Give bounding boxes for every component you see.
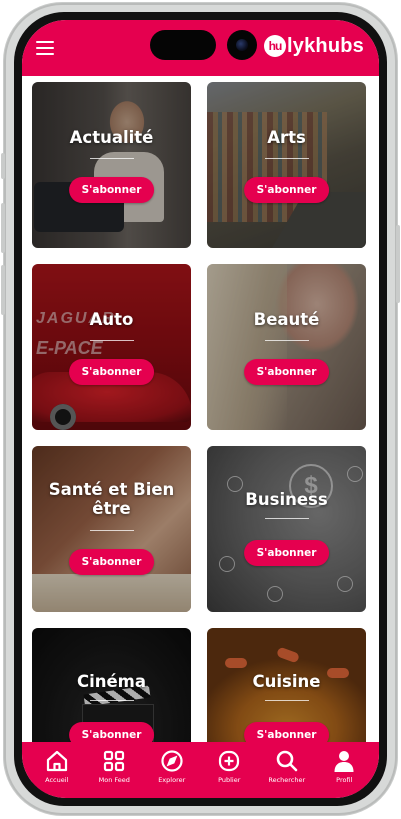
bottom-nav: Accueil Mon Feed Explorer Publier Recher… [22,742,379,798]
title-divider [89,158,134,159]
compass-icon [161,750,183,772]
title-divider [89,530,134,531]
nav-explorer[interactable]: Explorer [144,742,200,798]
nav-label: Mon Feed [98,776,130,784]
title-divider [264,158,309,159]
app-logo[interactable]: hu lykhubs [264,34,364,58]
category-card-actualite[interactable]: Actualité S'abonner [32,82,191,248]
category-title: Business [245,490,328,509]
category-title: Arts [267,128,306,147]
subscribe-button[interactable]: S'abonner [68,177,155,203]
card-overlay [32,446,191,612]
mute-switch [1,153,5,179]
grid-icon [104,750,125,772]
nav-label: Accueil [45,776,69,784]
hamburger-menu-icon[interactable] [36,41,54,55]
nav-label: Publier [218,776,241,784]
add-post-icon [219,750,240,772]
app-screen: hu lykhubs Actualité S'abonner Arts S'ab… [22,20,379,798]
subscribe-button[interactable]: S'abonner [243,540,330,566]
power-button [396,225,400,303]
category-grid: Actualité S'abonner Arts S'abonner JAGUA… [32,82,368,794]
category-card-auto[interactable]: JAGUAR E-PACE Auto S'abonner [32,264,191,430]
nav-mon-feed[interactable]: Mon Feed [86,742,142,798]
front-camera [227,30,257,60]
home-icon [46,750,67,772]
logo-text: lykhubs [287,34,364,57]
nav-profil[interactable]: Profil [316,742,372,798]
title-divider [89,340,134,341]
category-title: Santé et Bien être [48,480,175,518]
volume-up-button [1,203,5,253]
nav-rechercher[interactable]: Rechercher [259,742,315,798]
card-overlay [32,264,191,430]
logo-badge: hu [264,35,286,57]
app-header: hu lykhubs [22,20,379,76]
card-overlay [207,82,366,248]
category-card-sante[interactable]: Santé et Bien être S'abonner [32,446,191,612]
category-card-business[interactable]: $ Business S'abonner [207,446,366,612]
card-overlay [207,446,366,612]
category-card-beaute[interactable]: Beauté S'abonner [207,264,366,430]
subscribe-button[interactable]: S'abonner [243,177,330,203]
category-title: Cinéma [76,672,147,691]
search-icon [276,750,298,772]
card-overlay [207,264,366,430]
nav-publier[interactable]: Publier [201,742,257,798]
title-divider [264,700,309,701]
category-title: Actualité [69,128,154,147]
dynamic-island [150,30,216,60]
phone-frame: hu lykhubs Actualité S'abonner Arts S'ab… [1,3,400,815]
category-title: Auto [89,310,134,329]
category-title: Beauté [253,310,320,329]
category-title: Cuisine [252,672,321,691]
subscribe-button[interactable]: S'abonner [68,359,155,385]
category-card-arts[interactable]: Arts S'abonner [207,82,366,248]
title-divider [264,340,309,341]
nav-label: Explorer [158,776,186,784]
nav-label: Rechercher [268,776,306,784]
subscribe-button[interactable]: S'abonner [243,359,330,385]
volume-down-button [1,265,5,315]
title-divider [89,700,134,701]
nav-accueil[interactable]: Accueil [29,742,85,798]
title-divider [264,518,309,519]
phone-bezel: hu lykhubs Actualité S'abonner Arts S'ab… [14,12,387,806]
profile-icon [334,751,354,772]
subscribe-button[interactable]: S'abonner [68,549,155,575]
card-overlay [32,82,191,248]
nav-label: Profil [336,776,353,784]
